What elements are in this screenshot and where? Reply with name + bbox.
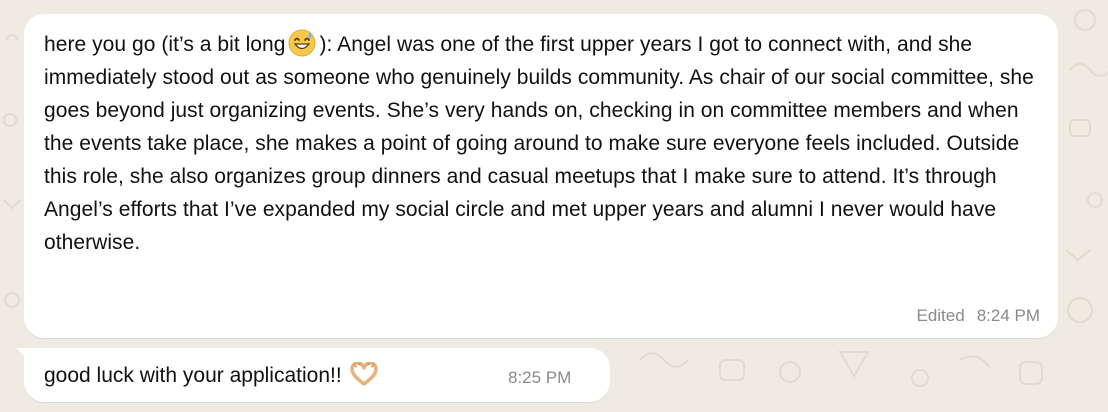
message-bubble-received[interactable]: here you go (it’s a bit long ): Angel wa… bbox=[24, 14, 1058, 338]
edited-label: Edited bbox=[916, 306, 965, 325]
heart-hands-emoji-icon bbox=[349, 362, 378, 386]
message-bubble-received[interactable]: good luck with your application!! 8:25 P… bbox=[24, 348, 610, 402]
message-text-body: good luck with your application!! bbox=[44, 364, 342, 387]
grinning-sweat-emoji-icon bbox=[288, 29, 315, 57]
message-time: 8:25 PM bbox=[508, 368, 572, 387]
message-text: good luck with your application!! bbox=[44, 362, 378, 390]
message-text-part-1: here you go (it’s a bit long bbox=[44, 33, 286, 56]
message-time: 8:24 PM bbox=[976, 306, 1040, 325]
message-meta: Edited 8:24 PM bbox=[916, 306, 1040, 326]
message-text: here you go (it’s a bit long ): Angel wa… bbox=[44, 28, 1044, 259]
message-text-part-2: ): Angel was one of the first upper year… bbox=[44, 33, 1034, 254]
